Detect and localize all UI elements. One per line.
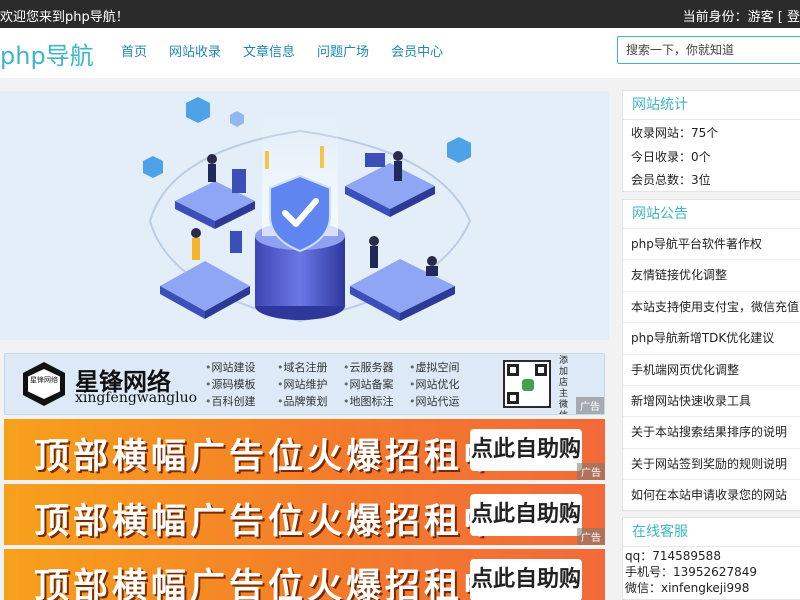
service-item: 网站代运	[409, 393, 475, 410]
notice-item[interactable]: 本站支持使用支付宝，微信充值	[623, 292, 800, 324]
rent-ad-banner[interactable]: 顶部横幅广告位火爆招租中…… 点此自助购买 广告	[4, 419, 605, 480]
ad-tag: 广告	[576, 397, 604, 414]
service-item: 虚拟空间	[409, 359, 475, 376]
self-service-buy-button[interactable]: 点此自助购买	[470, 429, 582, 480]
service-item: 品牌策划	[277, 393, 343, 410]
welcome-text: 欢迎您来到php导航！	[0, 10, 129, 25]
contact-qq: qq：714589588	[625, 549, 721, 563]
top-bar: 欢迎您来到php导航！ 当前身份：游客 [ 登	[0, 0, 800, 28]
nav-articles[interactable]: 文章信息	[232, 28, 306, 78]
panel-title: 网站公告	[623, 200, 800, 229]
service-item: 网站建设	[205, 359, 277, 376]
notice-item[interactable]: 关于网站签到奖励的规则说明	[623, 449, 800, 481]
site-logo[interactable]: php导航	[0, 36, 94, 71]
site-stats-panel: 网站统计 收录网站：75个 今日收录：0个 会员总数：3位	[622, 90, 800, 192]
site-notice-panel: 网站公告 php导航平台软件著作权 友情链接优化调整 本站支持使用支付宝，微信充…	[622, 199, 800, 512]
notice-list: php导航平台软件著作权 友情链接优化调整 本站支持使用支付宝，微信充值 php…	[623, 229, 800, 512]
nav-site-submission[interactable]: 网站收录	[158, 28, 232, 78]
service-item: 地图标注	[343, 393, 409, 410]
notice-item[interactable]: 关于本站搜索结果排序的说明	[623, 417, 800, 449]
nav-questions[interactable]: 问题广场	[306, 28, 380, 78]
rent-ad-banner[interactable]: 顶部横幅广告位火爆招租中…… 点此自助购买	[4, 549, 605, 600]
stat-line: 今日收录：0个	[631, 149, 711, 164]
stat-line: 会员总数：3位	[631, 173, 711, 187]
hero-banner[interactable]	[0, 91, 609, 340]
wechat-qr-code	[503, 360, 551, 408]
online-service-panel: 在线客服 qq：714589588 手机号：13952627849 微信：xin…	[622, 517, 800, 600]
brand-ad-banner[interactable]: 星锋网络 星锋网络 xingfengwangluo 网站建设 域名注册 云服务器…	[4, 353, 605, 415]
contact-phone: 手机号：13952627849	[625, 565, 757, 579]
self-service-buy-button[interactable]: 点此自助购买	[470, 494, 582, 545]
contact-wechat: 微信：xinfengkeji998	[625, 581, 750, 595]
service-item: 网站备案	[343, 376, 409, 393]
search-input[interactable]	[617, 36, 800, 64]
notice-item[interactable]: 友情链接优化调整	[623, 260, 800, 292]
rent-ad-banner[interactable]: 顶部横幅广告位火爆招租中…… 点此自助购买 广告	[4, 484, 605, 545]
header: php导航 首页 网站收录 文章信息 问题广场 会员中心	[0, 28, 800, 78]
brand-pinyin: xingfengwangluo	[75, 390, 198, 406]
add-wechat-text: 添加店主微信	[559, 356, 569, 414]
notice-item[interactable]: 如何在本站申请收录您的网站	[623, 480, 800, 512]
notice-item[interactable]: php导航新增TDK优化建议	[623, 323, 800, 355]
notice-item[interactable]: 新增网站快速收录工具	[623, 386, 800, 418]
service-item: 网站优化	[409, 376, 475, 393]
brand-services: 网站建设 域名注册 云服务器 虚拟空间 源码模板 网站维护 网站备案 网站优化 …	[205, 359, 475, 410]
panel-title: 在线客服	[623, 518, 800, 547]
notice-item[interactable]: php导航平台软件著作权	[623, 229, 800, 261]
brand-logo: 星锋网络 星锋网络 xingfengwangluo	[13, 360, 197, 408]
service-item: 网站维护	[277, 376, 343, 393]
ad-tag: 广告	[577, 463, 605, 480]
notice-item[interactable]: 手机端网页优化调整	[623, 355, 800, 386]
stat-line: 收录网站：75个	[631, 126, 719, 140]
panel-title: 网站统计	[623, 91, 800, 120]
self-service-buy-button[interactable]: 点此自助购买	[470, 559, 582, 600]
nav-home[interactable]: 首页	[110, 28, 158, 78]
user-identity[interactable]: 当前身份：游客 [ 登	[683, 6, 800, 25]
ad-tag: 广告	[577, 528, 605, 545]
service-item: 源码模板	[205, 376, 277, 393]
security-illustration	[143, 97, 472, 323]
service-item: 云服务器	[343, 359, 409, 376]
nav-member-center[interactable]: 会员中心	[380, 28, 454, 78]
service-item: 域名注册	[277, 359, 343, 376]
main-nav: 首页 网站收录 文章信息 问题广场 会员中心	[110, 28, 454, 78]
service-item: 百科创建	[205, 393, 277, 410]
